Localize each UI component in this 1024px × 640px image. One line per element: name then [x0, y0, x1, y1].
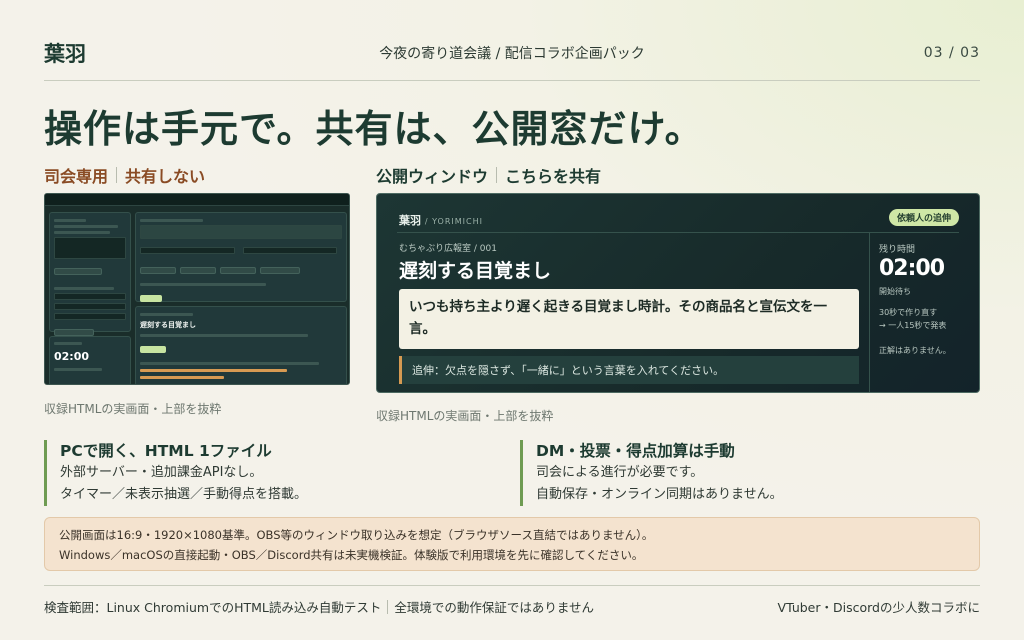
- slide-header: 葉羽 今夜の寄り道会議 / 配信コラボ企画パック 03 / 03: [44, 38, 980, 68]
- timer-state: 開始待ち: [879, 287, 911, 296]
- host-caption: 収録HTMLの実画面・上部を抜粋: [44, 402, 222, 416]
- postscript-note: 追伸：欠点を隠さず、「一緒に」という言葉を入れてください。: [399, 356, 859, 384]
- footer-disclaimer: 全環境での動作保証ではありません: [394, 600, 594, 615]
- host-timer-panel: 02:00: [49, 336, 131, 384]
- compatibility-notice: 公開画面は16:9・1920×1080基準。OBS等のウィンドウ取り込みを想定（…: [44, 517, 980, 571]
- host-prompt-panel: [135, 212, 347, 302]
- host-label: 司会専用: [44, 167, 109, 186]
- public-section-label: 公開ウィンドウ こちらを共有: [376, 163, 601, 187]
- notice-line: Windows／macOSの直接起動・OBS／Discord共有は未実機検証。体…: [59, 548, 644, 562]
- countdown-timer: 02:00: [879, 256, 945, 281]
- host-prep-panel: [49, 212, 131, 336]
- footer-separator: [387, 599, 389, 614]
- flow-note-1: 30秒で作り直す: [879, 308, 938, 317]
- footer-test-scope: 検査範囲：Linux ChromiumでのHTML読み込み自動テスト: [44, 600, 382, 615]
- public-divider: [397, 232, 959, 233]
- host-screen-thumbnail: 02:00 遅刻する目覚まし: [44, 193, 350, 385]
- host-prompt-title: 遅刻する目覚まし: [140, 321, 196, 329]
- public-brand-sub: / YORIMICHI: [424, 217, 483, 226]
- public-window-preview: 葉羽 / YORIMICHI 依頼人の追伸 むちゃぶり広報室 / 001 遅刻す…: [376, 193, 980, 393]
- page-number: 03 / 03: [923, 45, 980, 61]
- prompt-title: 遅刻する目覚まし: [399, 260, 552, 282]
- remaining-label: 残り時間: [879, 245, 916, 255]
- host-sublabel: 共有しない: [125, 167, 206, 186]
- feature-title: PCで開く、HTML 1ファイル: [60, 442, 272, 460]
- brand-logo: 葉羽: [44, 42, 86, 66]
- feature-block-manual: DM・投票・得点加算は手動 司会による進行が必要です。 自動保存・オンライン同期…: [520, 440, 980, 506]
- footer-divider: [44, 585, 980, 586]
- label-separator: [496, 167, 498, 183]
- feature-line: 外部サーバー・追加課金APIなし。: [60, 465, 263, 480]
- footer-scope: 検査範囲：Linux ChromiumでのHTML読み込み自動テスト 全環境での…: [44, 597, 594, 616]
- header-divider: [44, 80, 980, 81]
- host-section-label: 司会専用 共有しない: [44, 163, 205, 187]
- status-badge: 依頼人の追伸: [888, 209, 959, 226]
- feature-block-html: PCで開く、HTML 1ファイル 外部サーバー・追加課金APIなし。 タイマー／…: [44, 440, 484, 506]
- host-timer: 02:00: [54, 350, 90, 363]
- public-sublabel: こちらを共有: [505, 167, 602, 186]
- side-divider: [869, 232, 870, 392]
- feature-line: タイマー／未表示抽選／手動得点を搭載。: [60, 487, 308, 502]
- page-title: 操作は手元で。共有は、公開窓だけ。: [44, 107, 704, 151]
- host-topbar: [45, 194, 349, 206]
- deck-title: 今夜の寄り道会議 / 配信コラボ企画パック: [379, 46, 645, 62]
- feature-title: DM・投票・得点加算は手動: [536, 442, 735, 460]
- prompt-card: いつも持ち主より遅く起きる目覚まし時計。その商品名と宣伝文を一言。: [399, 289, 859, 349]
- host-current-prompt-panel: 遅刻する目覚まし: [135, 306, 347, 384]
- flow-note-3: 正解はありません。: [879, 346, 951, 355]
- prompt-category: むちゃぶり広報室 / 001: [399, 244, 497, 254]
- feature-line: 自動保存・オンライン同期はありません。: [536, 487, 783, 502]
- feature-line: 司会による進行が必要です。: [536, 465, 704, 480]
- footer-audience: VTuber・Discordの少人数コラボに: [777, 600, 980, 615]
- label-separator: [116, 167, 118, 183]
- public-label: 公開ウィンドウ: [376, 167, 489, 186]
- notice-line: 公開画面は16:9・1920×1080基準。OBS等のウィンドウ取り込みを想定（…: [59, 528, 654, 542]
- flow-note-2: → 一人15秒で発表: [879, 321, 947, 330]
- public-brand: 葉羽 / YORIMICHI: [399, 214, 483, 227]
- public-caption: 収録HTMLの実画面・上部を抜粋: [376, 409, 554, 423]
